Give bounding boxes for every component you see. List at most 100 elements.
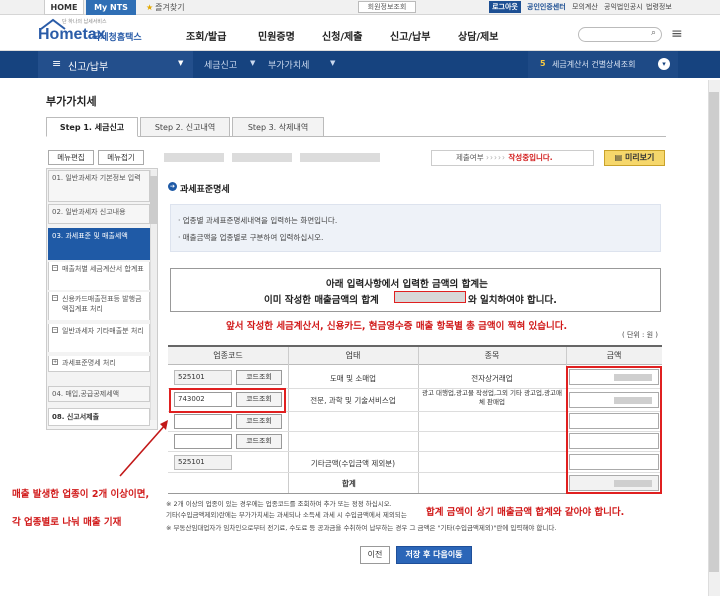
gnb-consult[interactable]: 상담/제보: [458, 28, 498, 43]
unit-label: ( 단위 : 원 ): [622, 331, 659, 339]
law-info-link[interactable]: 법령정보: [646, 1, 672, 13]
redacted-user-info: [164, 153, 224, 162]
gnb-inquiry[interactable]: 조회/발급: [186, 28, 226, 43]
submenu-other-sales[interactable]: − 일반과세자 기타매출분 처리: [48, 324, 150, 352]
note-line: ※ 부동산임대업자가 임차인으로부터 전기료, 수도료 등 공과금을 수취하여 …: [166, 524, 557, 532]
submenu-tax-base-detail[interactable]: + 과세표준명세 처리: [48, 356, 150, 372]
info-line: · 업종별 과세표준명세내역을 입력하는 화면입니다.: [178, 216, 338, 225]
notice-count: 5: [540, 59, 546, 68]
logo-tagline: 단 하나의 납세서비스: [62, 19, 107, 25]
code-field: 525101: [174, 455, 232, 470]
menu-item-basic-info[interactable]: 01. 일반과세자 기본정보 입력: [48, 170, 150, 202]
chevron-down-icon[interactable]: ▼: [330, 59, 335, 67]
submenu-label: 일반과세자 기타매출분 처리: [62, 327, 144, 335]
my-nts-tab[interactable]: My NTS: [86, 0, 136, 15]
save-next-button[interactable]: 저장 후 다음이동: [396, 546, 472, 564]
favorites-label: 즐겨찾기: [155, 3, 185, 12]
menu-item-tax-base[interactable]: 03. 과세표준 및 매출세액: [48, 228, 150, 260]
nav-level1-area[interactable]: [38, 51, 193, 78]
type-cell: 도매 및 소매업: [329, 374, 377, 383]
code-field[interactable]: [174, 414, 232, 429]
notice-line1: 아래 입력사항에서 입력한 금액의 합계는: [326, 279, 488, 290]
status-label: 제출여부: [456, 153, 484, 162]
notice-text[interactable]: 세금계산서 건별상세조회: [552, 59, 636, 70]
code-lookup-button[interactable]: 코드조회: [236, 370, 282, 385]
col-header-code: 업종코드: [168, 347, 288, 365]
submenu-credit-card[interactable]: − 신용카드매출전표등 발행금액집계표 처리: [48, 292, 150, 320]
redacted-user-info: [300, 153, 380, 162]
search-icon[interactable]: ⌕: [651, 28, 656, 38]
arrow-right-icon: ➔: [168, 182, 177, 191]
col-header-type: 업태: [288, 347, 418, 365]
chevron-down-icon[interactable]: ▼: [178, 59, 183, 67]
highlight-code-box: [169, 388, 286, 413]
submenu-label: 신용카드매출전표등 발행금액집계표 처리: [62, 295, 142, 313]
prev-button[interactable]: 이전: [360, 546, 390, 564]
preview-label: 미리보기: [624, 153, 655, 162]
annotation-left1: 매출 발생한 업종이 2개 이상이면,: [12, 489, 150, 500]
gnb-application[interactable]: 신청/제출: [322, 28, 362, 43]
info-box: [170, 204, 661, 252]
submenu-label: 매출처별 세금계산서 합계표: [62, 265, 144, 273]
chevron-down-icon[interactable]: ▼: [250, 59, 255, 67]
tab-step2[interactable]: Step 2. 신고내역: [140, 117, 230, 137]
left-menu-scroll-thumb[interactable]: [150, 176, 157, 224]
page-title: 부가가치세: [46, 95, 97, 108]
menu-icon[interactable]: ≡: [671, 26, 683, 42]
cert-center-link[interactable]: 공인인증센터: [527, 1, 566, 13]
tab-step1[interactable]: Step 1. 세금신고: [46, 117, 138, 137]
menu-item-purchase[interactable]: 04. 매입,공급공제세액: [48, 386, 150, 402]
sum-notice-box: [170, 268, 661, 312]
status-value: 작성중입니다.: [508, 153, 553, 162]
type-cell: 기타금액(수입금액 제외분): [310, 459, 396, 468]
annotation-right: 합계 금액이 상기 매출금액 합계와 같아야 합니다.: [424, 504, 627, 518]
star-icon: ★: [146, 3, 154, 12]
hamburger-icon[interactable]: ≡: [52, 57, 61, 70]
logout-button[interactable]: 로그아웃: [489, 1, 521, 13]
public-corp-link[interactable]: 공익법인공시: [604, 1, 643, 13]
notice-line2b: 와 일치하여야 합니다.: [468, 295, 557, 306]
gnb-filing[interactable]: 신고/납부: [390, 28, 430, 43]
menu-item-submit[interactable]: 08. 신고서제출: [48, 408, 150, 426]
code-lookup-button[interactable]: 코드조회: [236, 434, 282, 449]
favorites-link[interactable]: ★ 즐겨찾기: [146, 0, 206, 15]
redacted-user-info: [232, 153, 292, 162]
menu-edit-button[interactable]: 메뉴편집: [48, 150, 94, 165]
highlight-amount-box: [566, 366, 662, 494]
total-label: 합계: [342, 479, 356, 488]
info-line: · 매출금액을 업종별로 구분하여 입력하십시오.: [178, 233, 324, 242]
section-title: 과세표준명세: [180, 185, 230, 195]
notice-line2a: 이미 작성한 매출금액의 합계: [264, 295, 379, 306]
page-scroll-thumb[interactable]: [709, 92, 719, 572]
submenu-tax-invoice[interactable]: − 매출처별 세금계산서 합계표: [48, 262, 150, 290]
item-cell: 광고 대행업,광고물 작성업,그외 기타 광고업,광고매체 판매업: [421, 389, 563, 406]
home-tab[interactable]: HOME: [44, 0, 84, 15]
menu-fold-button[interactable]: 메뉴접기: [98, 150, 144, 165]
code-field[interactable]: [174, 434, 232, 449]
mock-calc-link[interactable]: 모의계산: [572, 1, 598, 13]
note-line: ※ 2개 이상의 업종이 있는 경우에는 업종코드를 조회하여 추가 또는 정정…: [166, 500, 392, 508]
type-cell: 전문, 과학 및 기술서비스업: [310, 396, 396, 405]
member-info-button[interactable]: 회원정보조회: [358, 1, 416, 13]
chevron-down-icon[interactable]: ▾: [658, 58, 670, 70]
document-icon: ▤: [614, 153, 625, 162]
tab-step3[interactable]: Step 3. 삭제내역: [232, 117, 324, 137]
plus-icon: +: [52, 359, 58, 365]
code-field[interactable]: 525101: [174, 370, 232, 385]
annotation-top: 앞서 작성한 세금계산서, 신용카드, 현금영수증 매출 항목별 총 금액이 찍…: [226, 321, 568, 332]
nav-level3[interactable]: 부가가치세: [268, 58, 309, 71]
gnb-certificate[interactable]: 민원증명: [258, 28, 295, 43]
search-input[interactable]: [578, 27, 662, 42]
nav-level1[interactable]: 신고/납부: [68, 58, 108, 73]
minus-icon: −: [52, 265, 58, 271]
col-header-amount: 금액: [566, 347, 662, 365]
status-arrows: ›››››: [486, 153, 506, 162]
submit-status-box: 제출여부 ››››› 작성중입니다.: [431, 150, 594, 166]
nts-logo-text: 국세청홈택스: [92, 33, 142, 43]
preview-button[interactable]: ▤ 미리보기: [604, 150, 665, 166]
nav-level2[interactable]: 세금신고: [204, 58, 237, 71]
minus-icon: −: [52, 327, 58, 333]
annotation-left2: 각 업종별로 나눠 매출 기재: [12, 517, 122, 528]
menu-item-report-content[interactable]: 02. 일반과세자 신고내용: [48, 204, 150, 224]
code-lookup-button[interactable]: 코드조회: [236, 414, 282, 429]
